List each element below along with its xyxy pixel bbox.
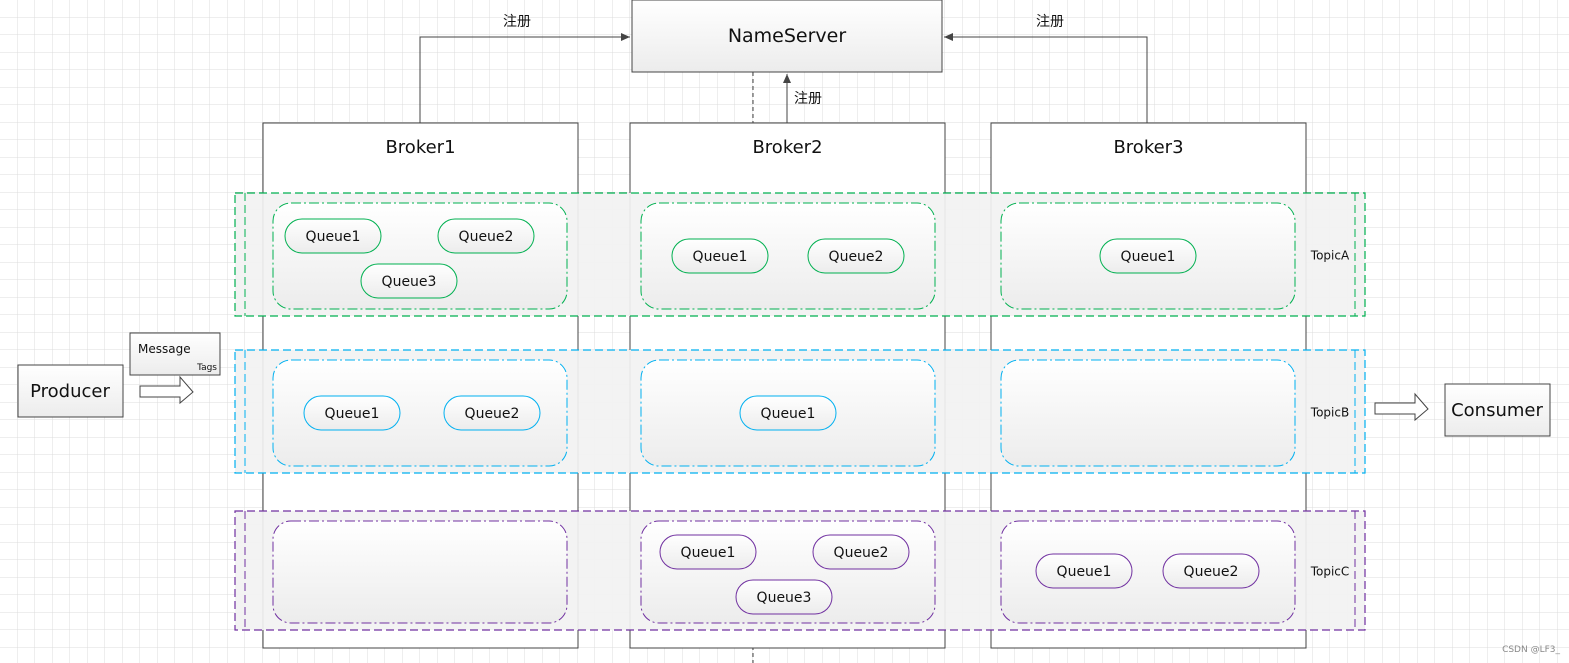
queue-pill[interactable]: Queue3 bbox=[360, 263, 458, 299]
queue-pill[interactable]: Queue1 bbox=[739, 395, 837, 431]
queue-pill[interactable]: Queue2 bbox=[437, 218, 535, 254]
queue-label: Queue3 bbox=[757, 590, 812, 606]
queue-pill[interactable]: Queue2 bbox=[443, 395, 541, 431]
register-label-3: 注册 bbox=[1036, 14, 1064, 30]
broker-label: Broker3 bbox=[1113, 137, 1183, 158]
topic-broker-group: Queue1 Queue2 Queue3 bbox=[640, 520, 936, 624]
topic-label: TopicA bbox=[1310, 249, 1350, 263]
consumer-label: Consumer bbox=[1451, 400, 1543, 421]
producer-label: Producer bbox=[30, 381, 110, 402]
producer-box[interactable]: Producer bbox=[17, 364, 124, 418]
queue-label: Queue1 bbox=[761, 406, 816, 422]
queue-pill[interactable]: Queue2 bbox=[807, 238, 905, 274]
broker-label: Broker1 bbox=[385, 137, 455, 158]
queue-label: Queue3 bbox=[382, 274, 437, 290]
queue-pill[interactable]: Queue1 bbox=[659, 534, 757, 570]
queue-label: Queue1 bbox=[306, 229, 361, 245]
queue-label: Queue2 bbox=[1184, 564, 1239, 580]
queue-pill[interactable]: Queue1 bbox=[1099, 238, 1197, 274]
queue-label: Queue1 bbox=[325, 406, 380, 422]
topic-label: TopicC bbox=[1310, 565, 1350, 579]
queue-label: Queue1 bbox=[1057, 564, 1112, 580]
nameserver-box[interactable]: NameServer bbox=[631, 0, 943, 73]
queue-label: Queue1 bbox=[1121, 249, 1176, 265]
topic-broker-group: Queue1 bbox=[640, 359, 936, 467]
register-label-1: 注册 bbox=[503, 14, 531, 30]
watermark: CSDN @LF3_ bbox=[1502, 645, 1560, 655]
queue-label: Queue2 bbox=[834, 545, 889, 561]
queue-pill[interactable]: Queue1 bbox=[303, 395, 401, 431]
queue-pill[interactable]: Queue3 bbox=[735, 579, 833, 615]
topic-band-topica: TopicAQueue1 Queue2Queue3Queue1 Queue2 Queu… bbox=[234, 192, 1366, 317]
topic-broker-group bbox=[1000, 359, 1296, 467]
message-label: Message bbox=[138, 342, 191, 356]
message-tags-label: Tags bbox=[196, 363, 217, 373]
queue-pill[interactable]: Queue1 bbox=[1035, 553, 1133, 589]
queue-pill[interactable]: Queue2 bbox=[1162, 553, 1260, 589]
rocketmq-architecture-diagram: 注册 注册 注册 NameServer Broker1 Broker2 Broker… bbox=[0, 0, 1569, 663]
nameserver-label: NameServer bbox=[728, 25, 847, 47]
queue-pill[interactable]: Queue2 bbox=[812, 534, 910, 570]
topic-broker-group: Queue1 bbox=[1000, 202, 1296, 310]
queue-pill[interactable]: Queue1 bbox=[284, 218, 382, 254]
register-label-2: 注册 bbox=[794, 91, 822, 107]
topic-broker-group: Queue1 Queue2 bbox=[1000, 520, 1296, 624]
queue-label: Queue2 bbox=[829, 249, 884, 265]
topic-label: TopicB bbox=[1310, 406, 1349, 420]
queue-label: Queue1 bbox=[681, 545, 736, 561]
topic-band-topicc: TopicC Queue1 Queue2 Queue3 Queue1 Queue2 bbox=[234, 510, 1366, 631]
topic-broker-group: Queue1 Queue2 Queue3 bbox=[272, 202, 568, 310]
topic-broker-group: Queue1 Queue2 bbox=[272, 359, 568, 467]
topic-broker-group: Queue1 Queue2 bbox=[640, 202, 936, 310]
message-box: Message Tags bbox=[129, 332, 221, 376]
queue-label: Queue1 bbox=[693, 249, 748, 265]
queue-label: Queue2 bbox=[459, 229, 514, 245]
queue-label: Queue2 bbox=[465, 406, 520, 422]
queue-pill[interactable]: Queue1 bbox=[671, 238, 769, 274]
consumer-box[interactable]: Consumer bbox=[1444, 383, 1551, 437]
broker-label: Broker2 bbox=[752, 137, 822, 158]
topic-band-topicb: TopicB Queue1 Queue2 Queue1 bbox=[234, 349, 1366, 474]
topic-broker-group bbox=[272, 520, 568, 624]
